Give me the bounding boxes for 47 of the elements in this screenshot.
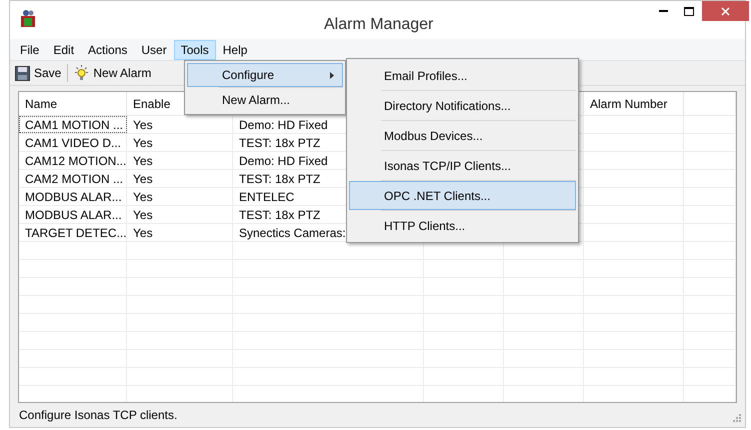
- table-cell-text: Yes: [133, 152, 153, 170]
- table-cell-text: MODBUS ALAR...: [25, 188, 122, 206]
- menu-item[interactable]: Isonas TCP/IP Clients...: [349, 151, 576, 180]
- status-text: Configure Isonas TCP clients.: [19, 407, 178, 424]
- resize-grip-icon: [733, 414, 741, 422]
- table-cell-text: Yes: [133, 188, 153, 206]
- table-cell-text: TEST: 18x PTZ: [239, 134, 320, 152]
- table-cell-text: Yes: [133, 116, 153, 134]
- light-bulb-icon: [74, 65, 90, 81]
- menu-item[interactable]: File: [13, 40, 46, 60]
- menu-item[interactable]: Help: [216, 40, 254, 60]
- column-header[interactable]: Enable: [133, 94, 170, 112]
- menu-item[interactable]: Email Profiles...: [349, 61, 576, 90]
- menu-item[interactable]: HTTP Clients...: [349, 211, 576, 240]
- save-button[interactable]: Save: [13, 64, 64, 82]
- menu-item[interactable]: Configure: [187, 63, 343, 87]
- menu-item[interactable]: New Alarm...: [187, 88, 343, 112]
- menu-item[interactable]: Directory Notifications...: [349, 91, 576, 120]
- table-cell-text: ENTELEC: [239, 188, 294, 206]
- table-cell-text: CAM1 VIDEO D...: [25, 134, 122, 152]
- table-cell-text: Synectics Cameras:: [239, 224, 346, 242]
- table-cell-text: TARGET DETEC...: [25, 224, 127, 242]
- table-cell-text: TEST: 18x PTZ: [239, 170, 320, 188]
- menu-item[interactable]: Actions: [81, 40, 134, 60]
- new-alarm-button[interactable]: New Alarm: [72, 64, 154, 82]
- table-cell-text: Demo: HD Fixed: [239, 116, 328, 134]
- table-cell-text: CAM12 MOTION...: [25, 152, 126, 170]
- menu-item[interactable]: OPC .NET Clients...: [349, 181, 576, 210]
- table-cell-text: CAM2 MOTION ...: [25, 170, 124, 188]
- table-cell-text: Yes: [133, 224, 153, 242]
- table-cell-text: Yes: [133, 170, 153, 188]
- table-cell-text: Yes: [133, 206, 153, 224]
- table-cell-text: Yes: [133, 134, 153, 152]
- window-title: Alarm Manager: [324, 15, 434, 35]
- table-cell-text: MODBUS ALAR...: [25, 206, 122, 224]
- table-cell-text: TEST: 18x PTZ: [239, 206, 320, 224]
- close-icon: [721, 6, 730, 16]
- menu-item[interactable]: User: [134, 40, 174, 60]
- column-header[interactable]: Name: [25, 94, 58, 112]
- close-button[interactable]: [702, 1, 749, 21]
- table-cell-text: Demo: HD Fixed: [239, 152, 328, 170]
- menu-item[interactable]: Modbus Devices...: [349, 121, 576, 150]
- column-header[interactable]: Alarm Number: [590, 94, 668, 112]
- menu-item[interactable]: Tools: [174, 40, 216, 60]
- table-cell-text: CAM1 MOTION ...: [25, 116, 124, 134]
- menu-item[interactable]: Edit: [46, 40, 82, 60]
- app-icon: [20, 10, 36, 28]
